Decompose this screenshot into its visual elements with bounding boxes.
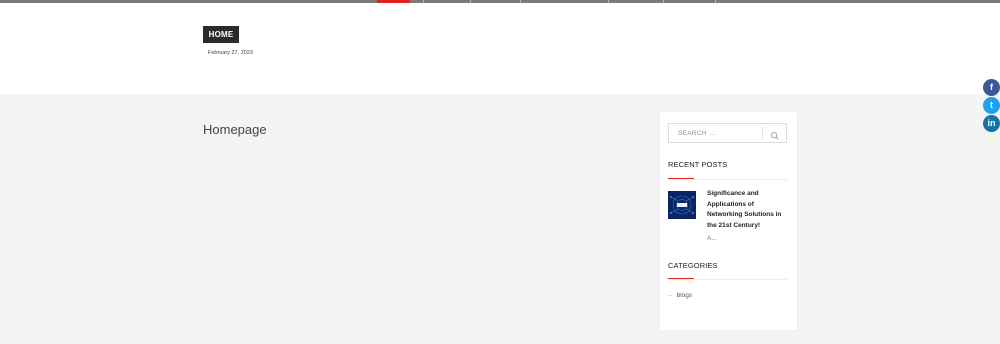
search-divider (762, 127, 763, 139)
linkedin-share-button[interactable]: in (983, 115, 1000, 132)
category-item-blogs[interactable]: – blogs (668, 292, 692, 299)
widget-divider (668, 179, 787, 180)
search-input[interactable] (678, 124, 762, 142)
twitter-share-button[interactable]: t (983, 97, 1000, 114)
post-date: February 27, 2023 (208, 50, 253, 56)
categories-title: CATEGORIES (668, 261, 718, 270)
search-form (668, 123, 787, 143)
widget-accent-line (668, 278, 694, 279)
linkedin-icon: in (987, 118, 996, 128)
category-label: blogs (676, 292, 693, 299)
widget-divider (668, 279, 787, 280)
network-graphic-icon (668, 191, 696, 219)
home-breadcrumb-badge[interactable]: HOME (203, 26, 239, 43)
search-icon (771, 132, 779, 140)
facebook-icon: f (990, 82, 993, 92)
main-content: Homepage RECENT POSTS (0, 94, 1000, 344)
facebook-share-button[interactable]: f (983, 79, 1000, 96)
search-button[interactable] (770, 128, 780, 140)
recent-post-title[interactable]: Significance and Applications of Network… (707, 189, 789, 231)
page-title: Homepage (203, 122, 267, 137)
page-header: HOME February 27, 2023 (0, 3, 1000, 94)
sidebar: RECENT POSTS Significance and Applicatio… (660, 112, 797, 330)
post-thumbnail[interactable] (668, 191, 696, 219)
twitter-icon: t (990, 100, 993, 110)
category-dash: – (668, 292, 672, 299)
recent-posts-title: RECENT POSTS (668, 160, 728, 169)
widget-accent-line (668, 178, 694, 179)
recent-post-excerpt: A... (707, 235, 717, 242)
